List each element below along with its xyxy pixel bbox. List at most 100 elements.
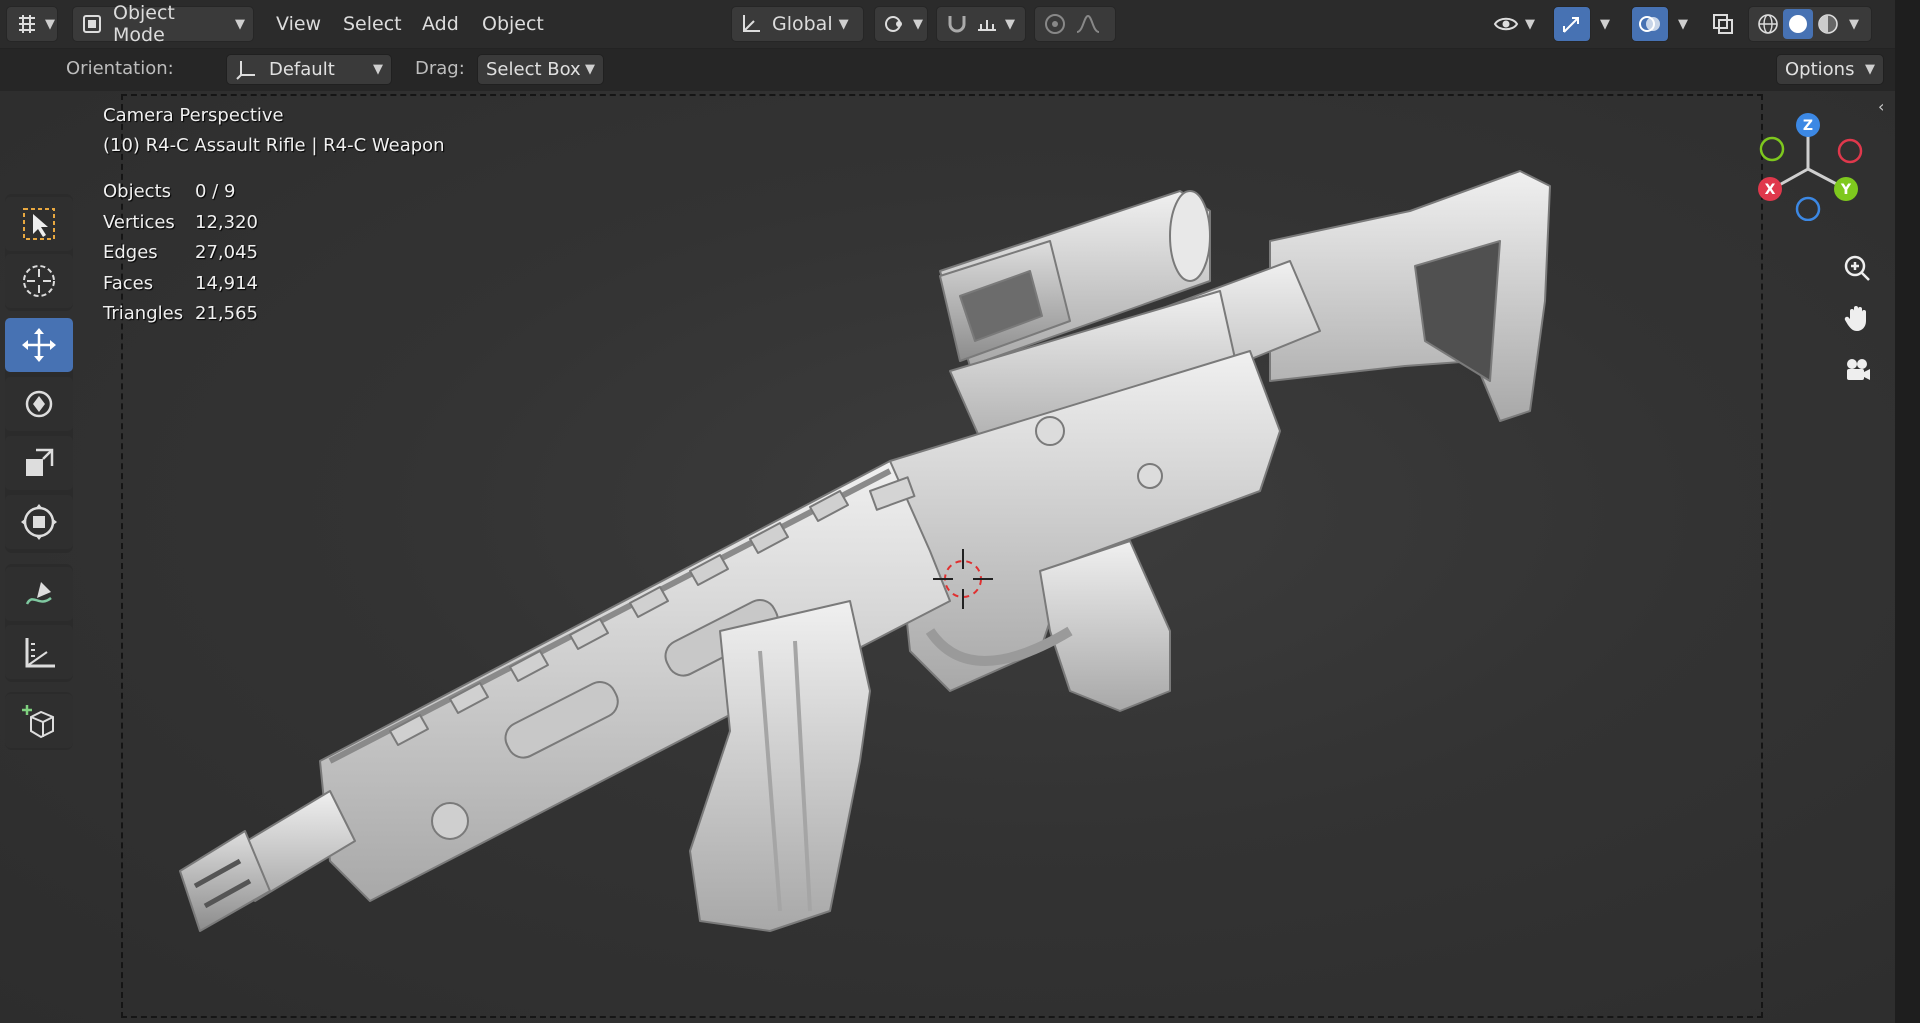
gizmo-neg-x[interactable] bbox=[1837, 138, 1863, 164]
measure-icon bbox=[19, 632, 59, 672]
stat-row: Objects 0 / 9 bbox=[103, 181, 258, 212]
orientation-dropdown[interactable]: Default ▼ bbox=[226, 54, 392, 85]
options-label: Options bbox=[1785, 59, 1855, 80]
gizmo-icon bbox=[1560, 12, 1584, 36]
wireframe-shading-icon[interactable] bbox=[1753, 12, 1783, 36]
tool-group-add bbox=[5, 692, 73, 750]
cursor-tool[interactable] bbox=[5, 254, 73, 308]
gizmo-neg-y[interactable] bbox=[1759, 136, 1785, 162]
orientation-label: Global bbox=[772, 13, 833, 35]
orientation-axes-icon bbox=[235, 59, 257, 81]
overlays-icon bbox=[1638, 12, 1662, 36]
editor-type-icon bbox=[15, 12, 39, 36]
navigation-gizmo[interactable]: Z Y X bbox=[1750, 111, 1870, 221]
stat-value: 27,045 bbox=[195, 242, 258, 263]
snap-magnet-icon[interactable] bbox=[945, 12, 969, 36]
chevron-down-icon: ▼ bbox=[913, 16, 923, 32]
drag-field-label: Drag: bbox=[415, 58, 465, 79]
pivot-icon bbox=[883, 12, 907, 36]
object-mode-icon bbox=[81, 13, 103, 35]
menu-view[interactable]: View bbox=[266, 6, 331, 42]
select-box-tool[interactable] bbox=[5, 197, 73, 251]
chevron-down-icon[interactable]: ▼ bbox=[1849, 17, 1859, 32]
chevron-down-icon: ▼ bbox=[1600, 16, 1610, 32]
tool-group-transform bbox=[5, 318, 73, 553]
stat-row: Vertices 12,320 bbox=[103, 212, 258, 243]
mode-dropdown[interactable]: Object Mode ▼ bbox=[72, 2, 254, 46]
measure-tool[interactable] bbox=[5, 625, 73, 679]
stat-row: Triangles 21,565 bbox=[103, 303, 258, 334]
gizmo-x-label: X bbox=[1765, 182, 1776, 198]
move-tool[interactable] bbox=[5, 318, 73, 372]
rifle-model[interactable] bbox=[170, 131, 1670, 1011]
drag-value: Select Box bbox=[486, 59, 581, 80]
chevron-down-icon: ▼ bbox=[373, 62, 383, 77]
editor-type-button[interactable]: ▼ bbox=[6, 6, 58, 42]
pan-view-button[interactable] bbox=[1835, 296, 1879, 340]
stat-value: 14,914 bbox=[195, 272, 258, 294]
menu-object[interactable]: Object bbox=[472, 6, 554, 42]
material-shading-icon[interactable] bbox=[1813, 12, 1843, 36]
menu-select[interactable]: Select bbox=[333, 6, 412, 42]
gizmo-z-label: Z bbox=[1803, 118, 1813, 134]
tool-settings-bar: Orientation: Default ▼ Drag: Select Box … bbox=[0, 49, 1895, 91]
zoom-view-button[interactable] bbox=[1835, 246, 1879, 290]
stat-key: Edges bbox=[103, 242, 158, 263]
active-object-name: (10) R4-C Assault Rifle | R4-C Weapon bbox=[103, 135, 445, 156]
sidebar-toggle-icon[interactable]: ‹ bbox=[1878, 97, 1884, 116]
stat-key: Vertices bbox=[103, 211, 175, 233]
stat-row: Edges 27,045 bbox=[103, 242, 258, 273]
cursor-icon bbox=[19, 261, 59, 301]
gizmo-neg-z[interactable] bbox=[1795, 196, 1821, 221]
scale-icon bbox=[19, 443, 59, 483]
xray-toggle[interactable] bbox=[1711, 6, 1741, 42]
chevron-down-icon: ▼ bbox=[235, 16, 245, 32]
orientation-value: Default bbox=[269, 59, 335, 80]
menu-add[interactable]: Add bbox=[412, 6, 469, 42]
rotate-tool[interactable] bbox=[5, 377, 73, 431]
transform-orientation-dropdown[interactable]: Global ▼ bbox=[731, 6, 864, 42]
gizmo-options-dropdown[interactable]: ▼ bbox=[1594, 6, 1618, 42]
properties-edge-panel bbox=[1895, 0, 1920, 1023]
add-cube-tool[interactable] bbox=[5, 694, 73, 748]
falloff-curve-icon[interactable] bbox=[1075, 12, 1101, 36]
drag-dropdown[interactable]: Select Box ▼ bbox=[477, 54, 604, 85]
pivot-point-dropdown[interactable]: ▼ bbox=[874, 6, 928, 42]
proportional-editing-group[interactable] bbox=[1034, 6, 1116, 42]
chevron-down-icon: ▼ bbox=[1678, 16, 1688, 32]
camera-icon bbox=[1842, 355, 1872, 385]
hand-icon bbox=[1842, 303, 1872, 333]
stat-key: Faces bbox=[103, 272, 154, 294]
view-name: Camera Perspective bbox=[103, 105, 284, 126]
orientation-field-label: Orientation: bbox=[66, 58, 174, 79]
select-box-icon bbox=[19, 204, 59, 244]
options-dropdown[interactable]: Options ▼ bbox=[1776, 54, 1884, 85]
scale-tool[interactable] bbox=[5, 436, 73, 490]
transform-icon bbox=[19, 502, 59, 542]
xray-icon bbox=[1711, 12, 1735, 36]
annotate-tool[interactable] bbox=[5, 567, 73, 621]
3d-viewport[interactable]: Camera Perspective (10) R4-C Assault Rif… bbox=[0, 91, 1895, 1023]
rotate-icon bbox=[19, 384, 59, 424]
gizmo-y-label: Y bbox=[1840, 182, 1852, 198]
visibility-dropdown[interactable]: ▼ bbox=[1493, 6, 1545, 42]
show-overlays-button[interactable] bbox=[1631, 6, 1669, 42]
transform-tool[interactable] bbox=[5, 495, 73, 549]
snap-increment-icon[interactable] bbox=[975, 12, 999, 36]
scene-statistics: Objects 0 / 9 Vertices 12,320 Edges 27,045 … bbox=[103, 181, 258, 334]
overlays-options-dropdown[interactable]: ▼ bbox=[1672, 6, 1696, 42]
chevron-down-icon: ▼ bbox=[1525, 16, 1535, 32]
add-cube-icon bbox=[19, 701, 59, 741]
stat-key: Triangles bbox=[103, 303, 184, 324]
tool-group-select bbox=[5, 194, 73, 311]
chevron-down-icon: ▼ bbox=[585, 62, 595, 77]
show-gizmo-button[interactable] bbox=[1553, 6, 1591, 42]
eye-icon bbox=[1493, 12, 1519, 36]
stat-value: 12,320 bbox=[195, 211, 258, 233]
proportional-editing-icon[interactable] bbox=[1043, 12, 1067, 36]
annotate-icon bbox=[19, 574, 59, 614]
camera-view-button[interactable] bbox=[1835, 348, 1879, 392]
solid-shading-icon[interactable] bbox=[1783, 9, 1813, 39]
snap-group[interactable]: ▼ bbox=[936, 6, 1026, 42]
chevron-down-icon: ▼ bbox=[1005, 16, 1015, 32]
